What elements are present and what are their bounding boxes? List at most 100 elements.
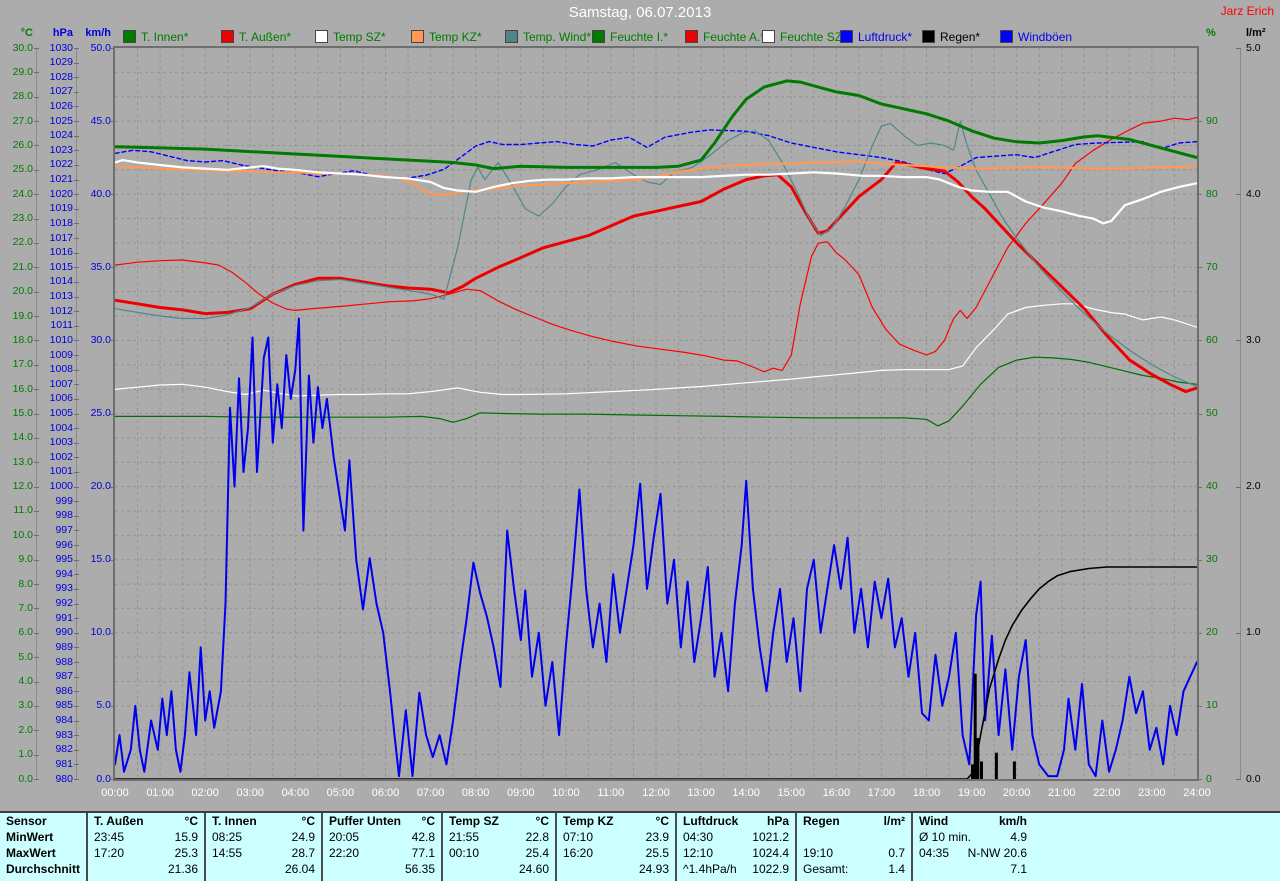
legend-swatch-icon [411,30,424,43]
y-tick-pct: 20 [1206,627,1218,638]
legend-swatch-icon [922,30,935,43]
table-column-temp-kz: Temp KZ°C07:1023.916:2025.524.93 [557,813,677,881]
y-tick-hpa: 1003 [0,437,73,448]
legend-item-windb-en[interactable]: Windböen [1000,30,1072,43]
table-column-puffer-unten: Puffer Unten°C20:0542.822:2077.156.35 [323,813,443,881]
table-cell: 21.36 [88,861,204,877]
legend-item-temp-wind-[interactable]: Temp. Wind* [505,30,591,43]
table-cell: 23:4515.9 [88,829,204,845]
y-tick-hpa: 1018 [0,218,73,229]
y-tick-pct: 40 [1206,481,1218,492]
cell-value: °C [144,813,198,829]
legend-swatch-icon [685,30,698,43]
table-cell: Gesamt:1.4 [797,861,911,877]
legend-item-temp-kz-[interactable]: Temp KZ* [411,30,482,43]
y-tick-kmh: 35.0 [0,262,111,273]
series-line-feuchte-a- [115,117,1197,371]
y-tick-hpa: 1008 [0,364,73,375]
y-tick-lm2: 1.0 [1246,627,1261,638]
y-tick-hpa: 1026 [0,101,73,112]
legend-item-temp-sz-[interactable]: Temp SZ* [315,30,386,43]
y-tick-hpa: 986 [0,686,73,697]
y-tick-hpa: 1024 [0,130,73,141]
x-tick-label: 24:00 [1175,787,1219,799]
y-tick-lm2: 3.0 [1246,335,1261,346]
cell-time: 00:10 [449,845,479,861]
table-cell: 00:1025.4 [443,845,555,861]
legend-item-feuchte-a-[interactable]: Feuchte A.* [685,30,765,43]
x-tick-label: 23:00 [1130,787,1174,799]
y-tick-hpa: 1001 [0,466,73,477]
table-cell: Puffer Unten°C [323,813,441,829]
y-tick-hpa: 1017 [0,233,73,244]
legend-item-feuchte-sz-[interactable]: Feuchte SZ* [762,30,847,43]
cell-time: Gesamt: [803,861,848,877]
y-tick-kmh: 15.0 [0,554,111,565]
chart-plot-area [113,46,1199,781]
cell-value: km/h [948,813,1027,829]
cell-value: N-NW 20.6 [949,845,1027,861]
legend-item-feuchte-i-[interactable]: Feuchte I.* [592,30,668,43]
cell-time: 17:20 [94,845,124,861]
table-cell: 08:2524.9 [206,829,321,845]
watermark-label: Jarz Erich [1221,4,1274,18]
weather-station-window: Samstag, 06.07.2013 Jarz Erich °C hPa km/h… [0,0,1280,881]
y-tick-kmh: 30.0 [0,335,111,346]
table-cell: Regenl/m² [797,813,911,829]
y-tick-hpa: 1004 [0,423,73,434]
x-tick-label: 00:00 [93,787,137,799]
table-cell: 12:101024.4 [677,845,795,861]
cell-time: 23:45 [94,829,124,845]
cell-time: Temp SZ [449,813,499,829]
y-tick-hpa: 1027 [0,86,73,97]
x-tick-label: 05:00 [318,787,362,799]
y-tick-lm2: 0.0 [1246,774,1261,785]
cell-value: °C [401,813,435,829]
legend-swatch-icon [1000,30,1013,43]
cell-time: Ø 10 min. [919,829,971,845]
cell-time: T. Außen [94,813,144,829]
legend-swatch-icon [592,30,605,43]
table-cell: ^1.4hPa/h1022.9 [677,861,795,877]
axis-unit-pct: % [1206,27,1216,39]
x-tick-label: 21:00 [1040,787,1084,799]
y-tick-kmh: 45.0 [0,116,111,127]
y-tick-hpa: 1007 [0,379,73,390]
table-cell: Temp SZ°C [443,813,555,829]
y-tick-hpa: 999 [0,496,73,507]
y-tick-hpa: 992 [0,598,73,609]
y-tick-kmh: 20.0 [0,481,111,492]
cell-time: T. Innen [212,813,257,829]
y-tick-hpa: 997 [0,525,73,536]
y-tick-pct: 70 [1206,262,1218,273]
page-title: Samstag, 06.07.2013 [0,4,1280,21]
statistics-table: SensorMinWertMaxWertDurchschnittT. Außen… [0,811,1280,881]
cell-time: 19:10 [803,845,833,861]
y-tick-lm2: 5.0 [1246,43,1261,54]
y-tick-hpa: 1028 [0,72,73,83]
cell-value [803,829,905,845]
cell-value: 24.60 [449,861,549,877]
legend-item-luftdruck-[interactable]: Luftdruck* [840,30,912,43]
cell-time: Regen [803,813,840,829]
series-bar-regen-intervall- [980,761,983,779]
cell-value: 1021.2 [713,829,789,845]
legend-swatch-icon [505,30,518,43]
legend-swatch-icon [762,30,775,43]
cell-value: 1022.9 [737,861,789,877]
cell-time: Luftdruck [683,813,738,829]
table-cell: 21:5522.8 [443,829,555,845]
y-tick-pct: 0 [1206,774,1212,785]
legend-swatch-icon [123,30,136,43]
legend-item-t-au-en-[interactable]: T. Außen* [221,30,291,43]
y-tick-kmh: 40.0 [0,189,111,200]
x-tick-label: 15:00 [769,787,813,799]
legend-item-regen-[interactable]: Regen* [922,30,980,43]
cell-value: 0.7 [833,845,905,861]
x-tick-label: 08:00 [454,787,498,799]
legend-item-t-innen-[interactable]: T. Innen* [123,30,188,43]
y-tick-hpa: 1029 [0,57,73,68]
x-tick-label: 14:00 [724,787,768,799]
cell-value: hPa [738,813,789,829]
cell-time: 12:10 [683,845,713,861]
